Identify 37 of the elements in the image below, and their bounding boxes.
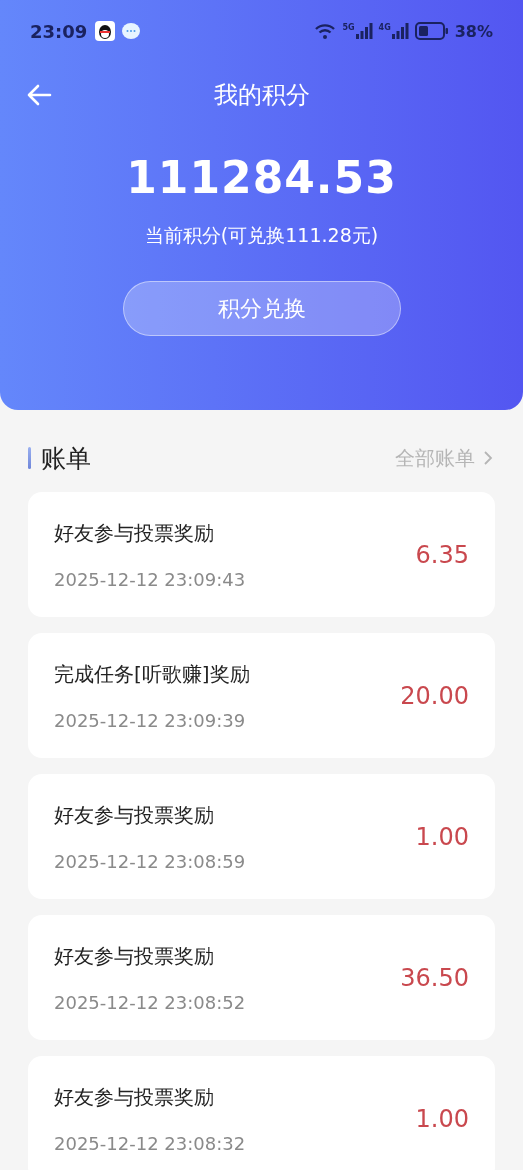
section-title: 账单 bbox=[41, 442, 91, 475]
back-arrow-icon bbox=[26, 84, 52, 106]
bill-time: 2025-12-12 23:09:43 bbox=[54, 568, 246, 590]
bill-time: 2025-12-12 23:08:52 bbox=[54, 991, 246, 1013]
status-time: 23:09 bbox=[30, 20, 88, 42]
chevron-right-icon bbox=[483, 450, 493, 466]
bill-card[interactable]: 完成任务[听歌赚]奖励 2025-12-12 23:09:39 20.00 bbox=[28, 633, 495, 758]
signal-icon bbox=[354, 23, 373, 39]
bill-amount: 36.50 bbox=[400, 963, 469, 992]
network-label: 5G bbox=[342, 23, 355, 32]
bill-card[interactable]: 好友参与投票奖励 2025-12-12 23:09:43 6.35 bbox=[28, 492, 495, 617]
bill-name: 好友参与投票奖励 bbox=[54, 1083, 215, 1111]
battery-percent: 38% bbox=[454, 21, 493, 41]
bill-card[interactable]: 好友参与投票奖励 2025-12-12 23:08:52 36.50 bbox=[28, 915, 495, 1040]
bill-name: 好友参与投票奖励 bbox=[54, 519, 215, 547]
points-value: 111284.53 bbox=[126, 152, 397, 203]
bill-amount: 1.00 bbox=[415, 1104, 469, 1133]
wifi-icon bbox=[314, 22, 337, 40]
battery-icon bbox=[414, 22, 449, 40]
accent-bar bbox=[28, 447, 31, 469]
bill-amount: 20.00 bbox=[400, 681, 469, 710]
page-title: 我的积分 bbox=[213, 80, 310, 111]
signal-icon bbox=[390, 23, 409, 39]
bill-time: 2025-12-12 23:08:32 bbox=[54, 1132, 246, 1154]
bill-card[interactable]: 好友参与投票奖励 2025-12-12 23:08:59 1.00 bbox=[28, 774, 495, 899]
bill-amount: 6.35 bbox=[415, 540, 469, 569]
penguin-icon bbox=[95, 21, 116, 41]
bill-name: 好友参与投票奖励 bbox=[54, 801, 215, 829]
network-label: 4G bbox=[378, 23, 391, 32]
bill-name: 完成任务[听歌赚]奖励 bbox=[54, 660, 250, 688]
points-caption: 当前积分(可兑换111.28元) bbox=[144, 223, 379, 248]
bill-name: 好友参与投票奖励 bbox=[54, 942, 215, 970]
bill-time: 2025-12-12 23:09:39 bbox=[54, 709, 247, 731]
bill-time: 2025-12-12 23:08:59 bbox=[54, 850, 246, 872]
chat-bubble-icon bbox=[121, 21, 142, 41]
bill-card[interactable]: 好友参与投票奖励 2025-12-12 23:08:32 1.00 bbox=[28, 1056, 495, 1170]
bill-amount: 1.00 bbox=[415, 822, 469, 851]
